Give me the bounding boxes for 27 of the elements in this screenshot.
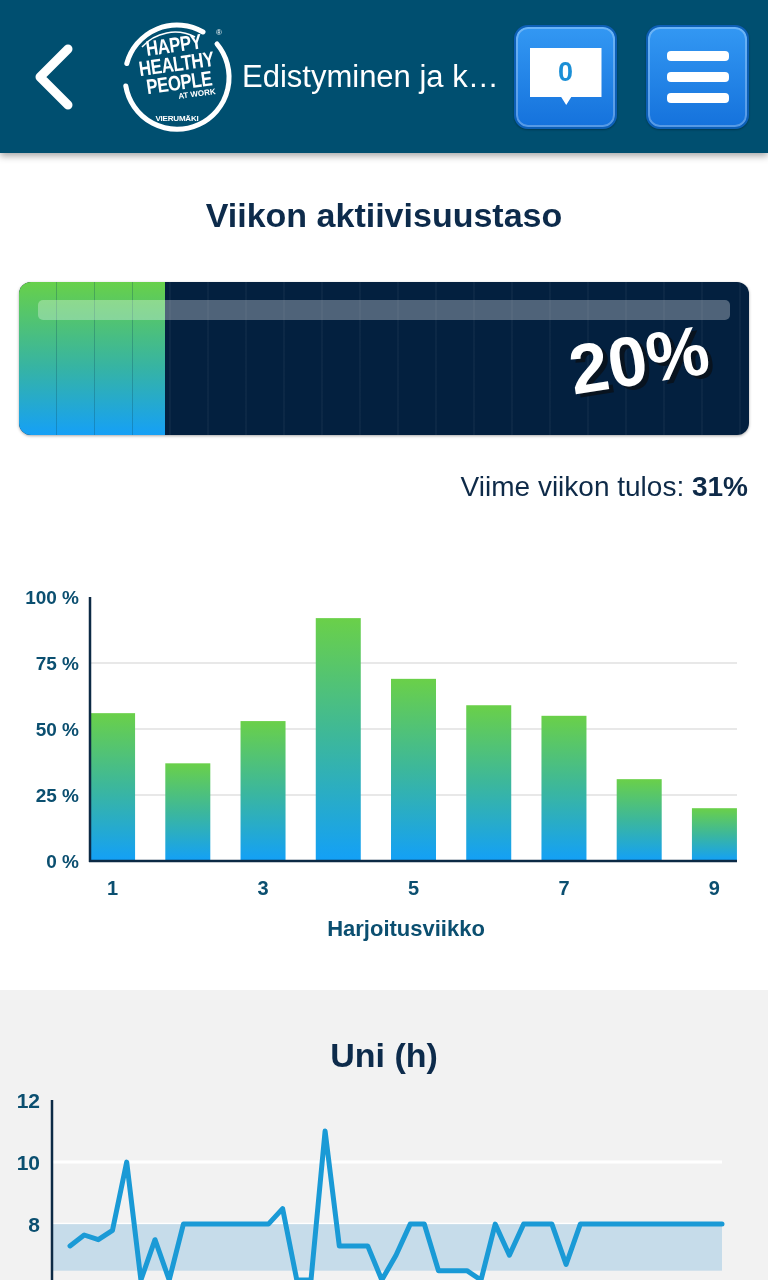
menu-button[interactable] — [646, 24, 749, 129]
axis-tick-label: 75 % — [35, 653, 79, 674]
axis-tick-label: 7 — [558, 877, 570, 899]
axis-tick-label: 3 — [257, 877, 269, 899]
axis-tick-label: 9 — [708, 877, 720, 899]
menu-icon — [666, 50, 729, 103]
last-week-result: Viime viikon tulos: 31% — [460, 470, 748, 504]
logo-maker-text: VIERUMÄKI — [155, 113, 199, 123]
chevron-left-icon — [34, 43, 74, 110]
axis-tick-label: 1 — [107, 877, 119, 899]
section-title: Uni (h) — [330, 1035, 438, 1075]
axis-tick-label: 12 — [16, 1090, 40, 1112]
section-title: Viikon aktiivisuustaso — [205, 195, 563, 235]
axis-tick-label: 8 — [28, 1213, 40, 1237]
axis-tick-label: 10 — [16, 1151, 40, 1175]
message-count: 0 — [529, 48, 602, 105]
axis-tick-label: 5 — [407, 877, 420, 899]
axis-tick-label: 100 % — [25, 587, 79, 608]
chart-bar — [691, 808, 737, 861]
progress-value: 20% — [563, 311, 715, 409]
axis-tick-label: 25 % — [35, 785, 79, 806]
page-title: Edistyminen ja k… — [242, 57, 499, 96]
axis-title: Harjoitusviikko — [327, 916, 485, 941]
axis-tick-label: 0 % — [46, 851, 79, 872]
registered-mark: ® — [216, 28, 222, 37]
axis-tick-label: 50 % — [35, 719, 79, 740]
messages-button[interactable]: 0 — [514, 24, 617, 129]
